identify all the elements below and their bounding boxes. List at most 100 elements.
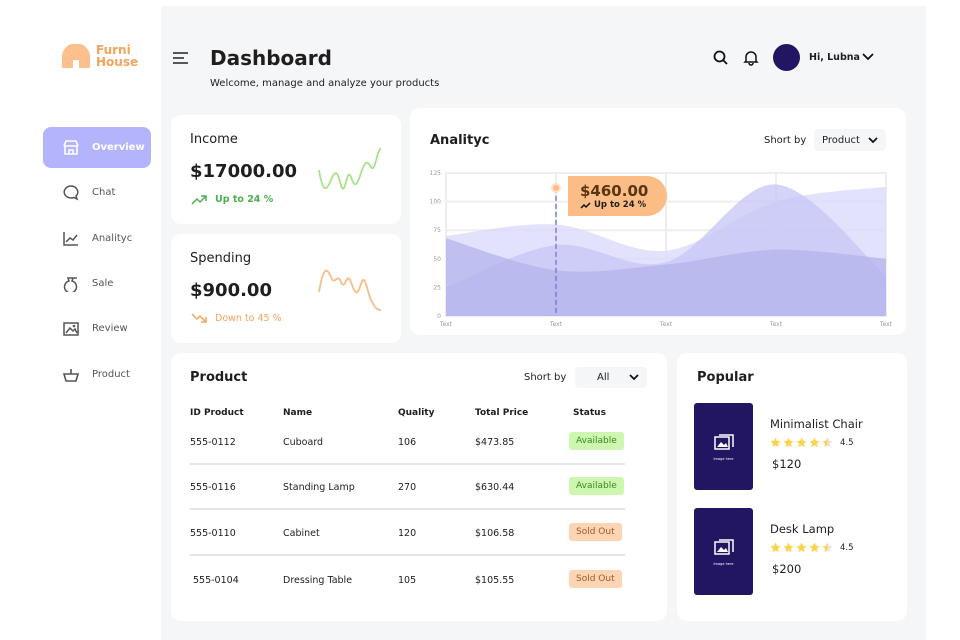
- product-name: Cabinet: [283, 528, 320, 539]
- status-badge: Sold Out: [569, 570, 622, 588]
- popular-item-price: $120: [772, 457, 802, 471]
- sidebar-item-sale[interactable]: Sale: [43, 263, 151, 304]
- spending-sparkline: [318, 269, 382, 311]
- chevron-down-icon: [629, 374, 639, 381]
- product-sort-select[interactable]: All: [575, 367, 647, 388]
- page-subtitle: Welcome, manage and analyze your product…: [210, 78, 440, 89]
- page-title: Dashboard: [210, 46, 332, 70]
- popular-item-name: Desk Lamp: [770, 522, 835, 536]
- x-tick-label: Text: [769, 321, 783, 328]
- star-icon: [770, 437, 781, 448]
- income-sparkline: [318, 147, 382, 190]
- product-quantity: 270: [398, 482, 417, 493]
- trend-up-icon: [580, 201, 591, 209]
- star-icon: [783, 542, 794, 553]
- column-header: Quality: [398, 408, 435, 418]
- product-card: Product Short by All ID Product Name Quali…: [171, 353, 667, 621]
- spending-label: Spending: [190, 251, 252, 266]
- spending-trend: Down to 45 %: [215, 313, 282, 324]
- chevron-down-icon[interactable]: [862, 53, 874, 61]
- status-badge: Available: [569, 477, 624, 495]
- sidebar-item-chat[interactable]: Chat: [43, 172, 151, 213]
- brand-logo: Furni House: [62, 44, 138, 68]
- menu-icon[interactable]: [172, 51, 190, 65]
- row-divider: [190, 508, 625, 510]
- rating: 4.5: [770, 437, 854, 448]
- product-id: 555-0112: [190, 437, 236, 448]
- house-logo-icon: [62, 44, 90, 68]
- income-card: Income $17000.00 Up to 24 %: [171, 115, 401, 224]
- star-icon: [783, 437, 794, 448]
- search-icon[interactable]: [713, 50, 729, 66]
- spending-card: Spending $900.00 Down to 45 %: [171, 234, 401, 343]
- column-header: Status: [573, 408, 606, 418]
- chart-icon: [63, 231, 78, 246]
- sidebar-item-label: Sale: [92, 277, 114, 289]
- popular-item-name: Minimalist Chair: [770, 417, 863, 431]
- rating: 4.5: [770, 542, 854, 553]
- sort-label: Short by: [524, 372, 567, 383]
- y-tick-label: 50: [433, 256, 441, 263]
- product-price: $105.55: [475, 575, 515, 586]
- y-tick-label: 0: [437, 313, 441, 320]
- popular-item-price: $200: [772, 562, 802, 576]
- sidebar-item-label: Chat: [92, 187, 116, 199]
- bag-icon: [63, 277, 78, 292]
- product-id: 555-0110: [190, 528, 236, 539]
- sidebar-item-label: Overview: [92, 142, 145, 153]
- sidebar-item-label: Analityc: [92, 232, 133, 244]
- star-icon: [796, 437, 807, 448]
- product-quantity: 106: [398, 437, 417, 448]
- product-quantity: 120: [398, 528, 417, 539]
- product-name: Dressing Table: [283, 575, 353, 586]
- product-id: 555-0116: [190, 482, 236, 493]
- star-icon: [809, 437, 820, 448]
- y-tick-label: 75: [433, 227, 441, 234]
- income-label: Income: [190, 132, 238, 147]
- hover-point: [553, 184, 559, 191]
- sidebar-item-analityc[interactable]: Analityc: [43, 218, 151, 259]
- column-header: Total Price: [475, 408, 529, 418]
- x-tick-label: Text: [879, 321, 893, 328]
- row-divider: [190, 463, 625, 465]
- product-thumbnail: Image here: [694, 403, 753, 490]
- sidebar-item-review[interactable]: Review: [43, 308, 151, 349]
- x-tick-label: Text: [549, 321, 563, 328]
- bell-icon[interactable]: [743, 50, 759, 66]
- product-title: Product: [190, 370, 248, 385]
- x-tick-label: Text: [659, 321, 673, 328]
- product-price: $630.44: [475, 482, 515, 493]
- star-icon: [822, 542, 833, 553]
- income-value: $17000.00: [190, 161, 298, 182]
- user-greeting[interactable]: Hi, Lubna: [809, 52, 860, 63]
- star-icon: [809, 542, 820, 553]
- sidebar-item-label: Review: [92, 323, 128, 335]
- status-badge: Available: [569, 432, 624, 450]
- star-icon: [822, 437, 833, 448]
- spending-value: $900.00: [190, 280, 272, 301]
- product-price: $473.85: [475, 437, 515, 448]
- image-placeholder-icon: [713, 538, 734, 555]
- x-tick-label: Text: [439, 321, 453, 328]
- sidebar-item-product[interactable]: Product: [43, 354, 151, 395]
- popular-title: Popular: [697, 370, 754, 385]
- rating-value: 4.5: [840, 437, 854, 448]
- brand-name: House: [96, 55, 139, 69]
- image-placeholder-text: Image here: [713, 561, 734, 566]
- popular-card: Popular Image here Minimalist Chair 4.5 …: [677, 353, 907, 621]
- sidebar-item-overview[interactable]: Overview: [43, 127, 151, 168]
- sort-value: All: [597, 372, 610, 383]
- chart-tooltip: $460.00 Up to 24 %: [568, 176, 667, 216]
- product-quantity: 105: [398, 575, 417, 586]
- star-icon: [770, 542, 781, 553]
- status-badge: Sold Out: [569, 523, 622, 541]
- image-placeholder-icon: [713, 433, 734, 450]
- store-icon: [63, 140, 79, 155]
- product-thumbnail: Image here: [694, 508, 753, 595]
- income-trend: Up to 24 %: [215, 194, 274, 205]
- y-tick-label: 125: [430, 170, 442, 177]
- product-id: 555-0104: [193, 575, 239, 586]
- y-tick-label: 25: [433, 284, 441, 291]
- y-tick-label: 100: [430, 199, 442, 206]
- avatar[interactable]: [773, 44, 800, 71]
